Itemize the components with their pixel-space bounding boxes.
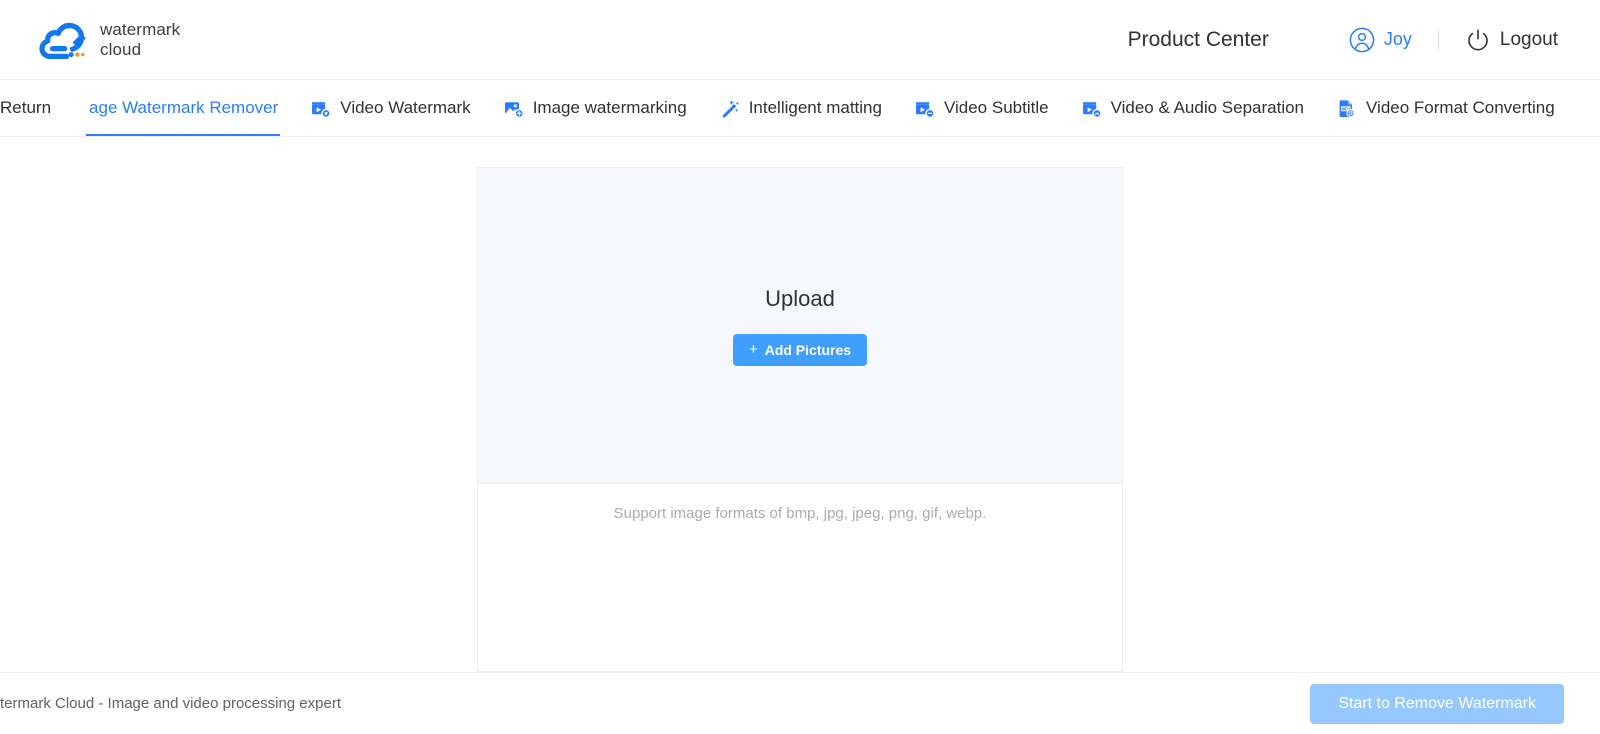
active-tab-underline [86,134,281,136]
add-pictures-button[interactable]: + Add Pictures [732,333,868,366]
logout-button[interactable]: Logout [1465,27,1558,53]
return-label: Return [0,98,52,117]
user-circle-icon [1349,27,1375,52]
logout-label: Logout [1499,28,1558,50]
image-plus-icon [504,101,524,118]
brand-wordmark: watermark cloud [100,20,180,60]
power-icon [1468,28,1488,50]
tab-video-audio-separation[interactable]: Video & Audio Separation [1065,80,1320,136]
user-name-label: Joy [1383,29,1412,49]
feature-tabbar: Return age Watermark Remover Video Water… [0,80,1600,137]
tab-label-image-watermarking: Image watermarking [532,98,687,117]
footer-tagline: termark Cloud - Image and video processi… [0,695,342,712]
tab-image-watermarking[interactable]: Image watermarking [487,80,703,136]
return-button[interactable]: Return [0,80,73,136]
video-clapper-icon [312,101,331,118]
brand-line-1: watermark [100,19,181,39]
upload-title: Upload [765,285,835,311]
plus-icon: + [748,341,758,358]
tab-video-subtitle[interactable]: Video Subtitle [898,80,1065,136]
tab-label-video-subtitle: Video Subtitle [943,98,1049,117]
tab-image-watermark-remover[interactable]: age Watermark Remover [73,80,294,136]
video-audio-split-icon [1082,101,1102,118]
tab-label-image-watermark-remover: age Watermark Remover [89,98,279,117]
cloud-eraser-logo-icon [39,22,86,59]
brand-line-2: cloud [100,39,142,59]
main-content: Upload + Add Pictures Support image form… [0,137,1600,672]
tab-intelligent-matting[interactable]: Intelligent matting [703,80,898,136]
app-header: watermark cloud Product Center Joy Logou… [0,0,1600,80]
user-account-block[interactable]: Joy [1349,27,1412,53]
start-remove-watermark-button[interactable]: Start to Remove Watermark [1310,683,1564,724]
upload-dropzone[interactable]: Upload + Add Pictures [478,168,1122,484]
tab-label-video-watermark: Video Watermark [340,98,471,117]
tab-video-watermark[interactable]: Video Watermark [294,80,486,136]
app-footer: termark Cloud - Image and video processi… [0,672,1600,734]
upload-card: Upload + Add Pictures Support image form… [477,167,1123,672]
tab-video-format-converting[interactable]: MP4 Video Format Converting [1320,80,1571,136]
video-subtitle-icon [915,101,935,118]
header-divider [1437,30,1439,49]
product-center-link[interactable]: Product Center [1128,28,1269,52]
supported-formats-hint: Support image formats of bmp, jpg, jpeg,… [478,484,1122,543]
add-pictures-label: Add Pictures [764,341,852,358]
magic-wand-icon [722,99,739,118]
header-right-group: Product Center Joy Logout [1128,27,1558,53]
tab-label-video-audio-separation: Video & Audio Separation [1110,98,1305,117]
brand-logo-block[interactable]: watermark cloud [36,18,180,62]
tab-label-intelligent-matting: Intelligent matting [748,98,882,117]
tabbar-scroll-container: Return age Watermark Remover Video Water… [0,80,1571,136]
tab-label-video-format-converting: Video Format Converting [1366,98,1555,117]
mp4-file-icon: MP4 [1339,99,1355,117]
